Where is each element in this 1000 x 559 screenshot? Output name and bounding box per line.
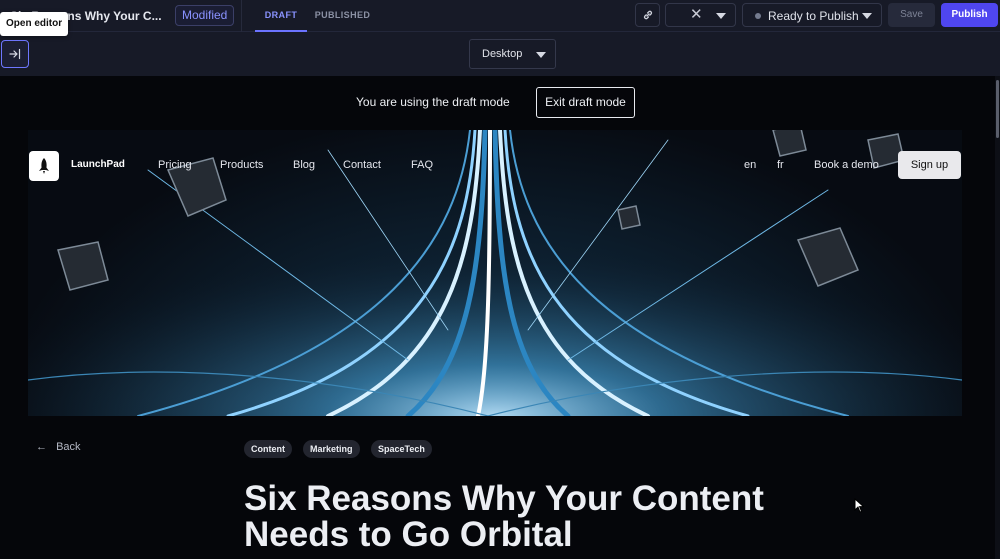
site-logo[interactable] xyxy=(29,151,59,181)
save-button[interactable]: Save xyxy=(888,3,935,27)
device-label: Desktop xyxy=(482,48,523,60)
back-label: Back xyxy=(56,441,81,453)
locale-select[interactable]: ✕ xyxy=(665,3,736,27)
site-brand-name[interactable]: LaunchPad xyxy=(71,159,125,170)
copy-link-button[interactable] xyxy=(635,3,660,27)
tab-published[interactable]: PUBLISHED xyxy=(310,0,375,32)
article-title: Six Reasons Why Your Content Needs to Go… xyxy=(244,479,764,554)
device-select[interactable]: Desktop xyxy=(469,39,556,69)
draft-mode-notice: You are using the draft mode xyxy=(356,95,510,109)
sign-up-button[interactable]: Sign up xyxy=(898,151,961,179)
chevron-down-icon xyxy=(862,13,872,19)
rocket-icon xyxy=(39,158,49,174)
modified-badge: Modified xyxy=(175,5,235,26)
nav-link-faq[interactable]: FAQ xyxy=(411,159,433,171)
mouse-cursor-icon xyxy=(854,498,864,513)
nav-link-contact[interactable]: Contact xyxy=(343,159,381,171)
language-fr[interactable]: fr xyxy=(777,159,784,171)
exit-draft-mode-button[interactable]: Exit draft mode xyxy=(536,87,635,118)
publish-status-select[interactable]: Ready to Publish xyxy=(742,3,882,27)
tab-draft[interactable]: DRAFT xyxy=(255,0,307,32)
tag-marketing[interactable]: Marketing xyxy=(303,440,360,458)
arrow-left-icon: ← xyxy=(36,441,47,453)
status-dot xyxy=(755,13,761,19)
editor-toolbar: Six Reasons Why Your C... Modified DRAFT… xyxy=(0,0,1000,32)
site-preview: You are using the draft mode Exit draft … xyxy=(0,76,995,559)
tag-content[interactable]: Content xyxy=(244,440,292,458)
preview-scrollbar-thumb[interactable] xyxy=(996,80,999,138)
open-editor-button[interactable] xyxy=(1,40,29,68)
chevron-down-icon xyxy=(716,13,726,19)
nav-link-products[interactable]: Products xyxy=(220,159,263,171)
nav-link-blog[interactable]: Blog xyxy=(293,159,315,171)
chevron-down-icon xyxy=(536,52,546,58)
publish-button[interactable]: Publish xyxy=(941,3,998,27)
status-label: Ready to Publish xyxy=(768,9,859,23)
sidebar-expand-icon xyxy=(9,48,21,60)
book-demo-link[interactable]: Book a demo xyxy=(814,159,879,171)
close-icon[interactable]: ✕ xyxy=(690,7,703,23)
open-editor-tooltip: Open editor xyxy=(0,12,69,36)
hero-image xyxy=(28,130,962,416)
language-en[interactable]: en xyxy=(744,159,756,171)
toolbar-divider xyxy=(241,0,242,32)
nav-link-pricing[interactable]: Pricing xyxy=(158,159,192,171)
tag-spacetech[interactable]: SpaceTech xyxy=(371,440,432,458)
link-icon xyxy=(643,10,652,20)
preview-scrollbar[interactable] xyxy=(995,76,1000,559)
back-link[interactable]: ← Back xyxy=(36,441,81,453)
